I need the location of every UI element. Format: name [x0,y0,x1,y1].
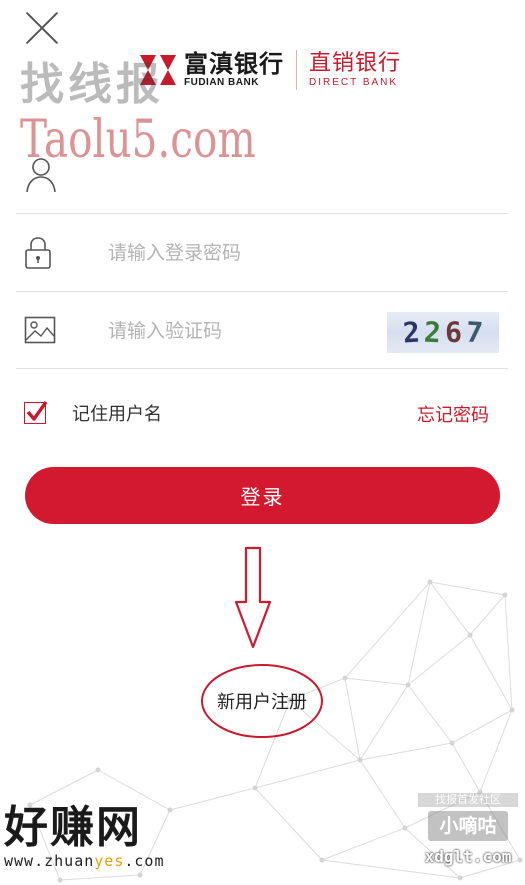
network-node [57,877,63,883]
network-line [504,594,513,711]
network-line [344,677,409,686]
watermark-bottom-left: 好赚网 www.zhuanyes.com [4,802,165,871]
login-button[interactable]: 登录 [25,467,500,524]
watermark-bottom-right-top: 找报首发社区 [418,793,518,807]
network-node [467,632,473,638]
network-line [254,787,323,861]
network-node [137,872,143,878]
network-line [479,709,513,793]
url-part: www.zhuan [4,852,95,870]
network-node [502,592,508,598]
captcha-char: 7 [464,315,484,350]
network-line [344,677,361,761]
bank-logo: 富滇银行 FUDIAN BANK 直销银行 DIRECT BANK [138,48,401,92]
network-line [169,787,256,811]
watermark-bottom-right-url: xdglt.com [424,847,512,866]
network-line [359,742,453,761]
network-line [254,759,361,789]
network-line [321,827,406,861]
bank-name-cn: 富滇银行 [184,49,284,78]
captcha-char: 6 [444,315,463,350]
network-node [405,682,411,688]
network-node [457,875,463,881]
network-line [469,594,506,636]
network-line [407,684,453,744]
image-icon [24,316,56,344]
watermark-bottom-left-cn: 好赚网 [4,802,142,853]
watermark-top-cn: 找线报 [20,59,164,110]
network-node [509,707,515,713]
watermark-bottom-right-name: 小嘀咕 [428,811,508,841]
register-link[interactable]: 新用户注册 [200,663,324,739]
network-line [59,874,141,881]
network-line [359,759,406,829]
network-node [517,857,523,863]
direct-bank-name-en: DIRECT BANK [309,77,399,88]
bank-name-en: FUDIAN BANK [184,77,259,88]
username-input[interactable] [108,170,488,200]
network-node [449,740,455,746]
network-node [95,767,101,773]
url-part: yes [94,852,125,870]
captcha-input[interactable] [108,316,368,346]
down-arrow-icon [234,546,272,649]
network-node [167,807,173,813]
network-line [469,634,513,711]
captcha-char: 2 [402,315,422,350]
direct-bank-name-cn: 直销银行 [309,51,402,76]
password-row [16,214,508,292]
remember-username[interactable]: 记住用户名 [24,400,162,426]
watermark-bottom-left-url: www.zhuanyes.com [4,852,165,870]
network-node [319,857,325,863]
network-node [342,675,348,681]
forgot-password-link[interactable]: 忘记密码 [417,401,489,427]
network-line [344,581,431,679]
password-input[interactable] [108,238,408,268]
network-line [29,769,99,806]
remember-label: 记住用户名 [72,404,162,425]
url-part: .com [124,852,165,870]
captcha-row: 2 2 6 7 [16,292,508,369]
network-node [252,785,258,791]
captcha-image[interactable]: 2 2 6 7 [387,312,499,353]
close-icon[interactable] [24,8,60,44]
network-node [402,825,408,831]
remember-checkbox[interactable] [24,401,48,424]
network-line [451,709,513,744]
network-line [429,581,471,636]
network-line [451,742,481,793]
logo-divider [296,50,297,90]
network-node [427,579,433,585]
network-node [357,757,363,763]
captcha-char: 2 [423,315,442,350]
network-line [429,581,506,596]
watermark-top-url: Taolu5.com [20,110,256,170]
check-icon [26,401,48,421]
lock-icon [25,237,51,269]
register-area: 新用户注册 [200,663,324,739]
watermark-bottom-right: 找报首发社区 小嘀咕 xdglt.com [418,793,518,866]
network-line [359,684,409,761]
